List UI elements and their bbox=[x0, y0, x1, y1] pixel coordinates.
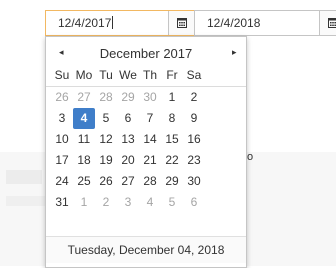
day-cell[interactable]: 5 bbox=[161, 192, 183, 213]
day-cell[interactable]: 30 bbox=[139, 87, 161, 108]
day-cell[interactable]: 20 bbox=[117, 150, 139, 171]
calendar-icon bbox=[328, 18, 336, 28]
end-date-input[interactable]: 12/4/2018 bbox=[194, 10, 336, 36]
day-cell[interactable]: 11 bbox=[73, 129, 95, 150]
day-cell[interactable]: 6 bbox=[183, 192, 205, 213]
day-cell[interactable]: 1 bbox=[161, 87, 183, 108]
weekday-label: Mo bbox=[73, 67, 95, 86]
day-cell[interactable]: 19 bbox=[95, 150, 117, 171]
start-date-value[interactable]: 12/4/2017 bbox=[58, 16, 113, 30]
background-fragment-text: o bbox=[247, 151, 253, 163]
weekday-label: We bbox=[117, 67, 139, 86]
day-cell[interactable]: 4 bbox=[139, 192, 161, 213]
day-cell[interactable]: 23 bbox=[183, 150, 205, 171]
calendar-week-row: 31 1 2 3 4 5 6 bbox=[46, 192, 246, 213]
day-cell[interactable]: 30 bbox=[183, 171, 205, 192]
day-cell[interactable]: 24 bbox=[51, 171, 73, 192]
weekday-label: Su bbox=[51, 67, 73, 86]
day-cell[interactable]: 25 bbox=[73, 171, 95, 192]
day-cell[interactable]: 2 bbox=[95, 192, 117, 213]
day-cell[interactable]: 12 bbox=[95, 129, 117, 150]
weekday-label: Th bbox=[139, 67, 161, 86]
day-cell[interactable]: 26 bbox=[51, 87, 73, 108]
day-cell[interactable]: 7 bbox=[139, 108, 161, 129]
month-title[interactable]: December 2017 bbox=[46, 46, 246, 61]
day-cell[interactable]: 3 bbox=[117, 192, 139, 213]
weekday-label: Sa bbox=[183, 67, 205, 86]
day-cell[interactable]: 13 bbox=[117, 129, 139, 150]
calendar-popup: ◂ December 2017 ▸ Su Mo Tu We Th Fr Sa 2… bbox=[45, 36, 247, 268]
day-cell[interactable]: 27 bbox=[117, 171, 139, 192]
day-cell[interactable]: 10 bbox=[51, 129, 73, 150]
day-cell[interactable]: 29 bbox=[117, 87, 139, 108]
day-cell[interactable]: 29 bbox=[161, 171, 183, 192]
day-cell[interactable]: 28 bbox=[139, 171, 161, 192]
day-cell[interactable]: 5 bbox=[95, 108, 117, 129]
calendar-week-row: 10 11 12 13 14 15 16 bbox=[46, 129, 246, 150]
calendar-header: ◂ December 2017 ▸ bbox=[46, 41, 246, 67]
selected-day-cell[interactable]: 4 bbox=[73, 108, 95, 129]
calendar-week-row: 17 18 19 20 21 22 23 bbox=[46, 150, 246, 171]
day-cell[interactable]: 28 bbox=[95, 87, 117, 108]
day-cell[interactable]: 9 bbox=[183, 108, 205, 129]
day-cell[interactable]: 6 bbox=[117, 108, 139, 129]
today-footer-link[interactable]: Tuesday, December 04, 2018 bbox=[46, 236, 246, 263]
calendar-week-row: 24 25 26 27 28 29 30 bbox=[46, 171, 246, 192]
end-date-value[interactable]: 12/4/2018 bbox=[207, 16, 260, 30]
day-cell[interactable]: 3 bbox=[51, 108, 73, 129]
end-date-calendar-button[interactable] bbox=[319, 11, 336, 35]
day-cell[interactable]: 18 bbox=[73, 150, 95, 171]
calendar-icon bbox=[177, 18, 187, 28]
text-caret bbox=[112, 16, 113, 29]
day-cell[interactable]: 17 bbox=[51, 150, 73, 171]
day-cell[interactable]: 8 bbox=[161, 108, 183, 129]
day-cell[interactable]: 16 bbox=[183, 129, 205, 150]
day-cell[interactable]: 2 bbox=[183, 87, 205, 108]
start-date-input[interactable]: 12/4/2017 bbox=[45, 10, 195, 36]
start-date-calendar-button[interactable] bbox=[168, 11, 194, 35]
day-cell[interactable]: 14 bbox=[139, 129, 161, 150]
day-cell[interactable]: 27 bbox=[73, 87, 95, 108]
day-cell[interactable]: 31 bbox=[51, 192, 73, 213]
background-blurred-element bbox=[6, 170, 42, 184]
day-cell[interactable]: 21 bbox=[139, 150, 161, 171]
day-cell[interactable]: 15 bbox=[161, 129, 183, 150]
weekday-label: Tu bbox=[95, 67, 117, 86]
day-cell[interactable]: 1 bbox=[73, 192, 95, 213]
calendar-week-row: 26 27 28 29 30 1 2 bbox=[46, 87, 246, 108]
next-month-button[interactable]: ▸ bbox=[232, 47, 237, 58]
calendar-week-row: 3 4 5 6 7 8 9 bbox=[46, 108, 246, 129]
day-cell[interactable]: 26 bbox=[95, 171, 117, 192]
weekday-label: Fr bbox=[161, 67, 183, 86]
day-cell[interactable]: 22 bbox=[161, 150, 183, 171]
weekday-header-row: Su Mo Tu We Th Fr Sa bbox=[46, 67, 246, 87]
calendar-grid: Su Mo Tu We Th Fr Sa 26 27 28 29 30 1 2 … bbox=[46, 67, 246, 213]
